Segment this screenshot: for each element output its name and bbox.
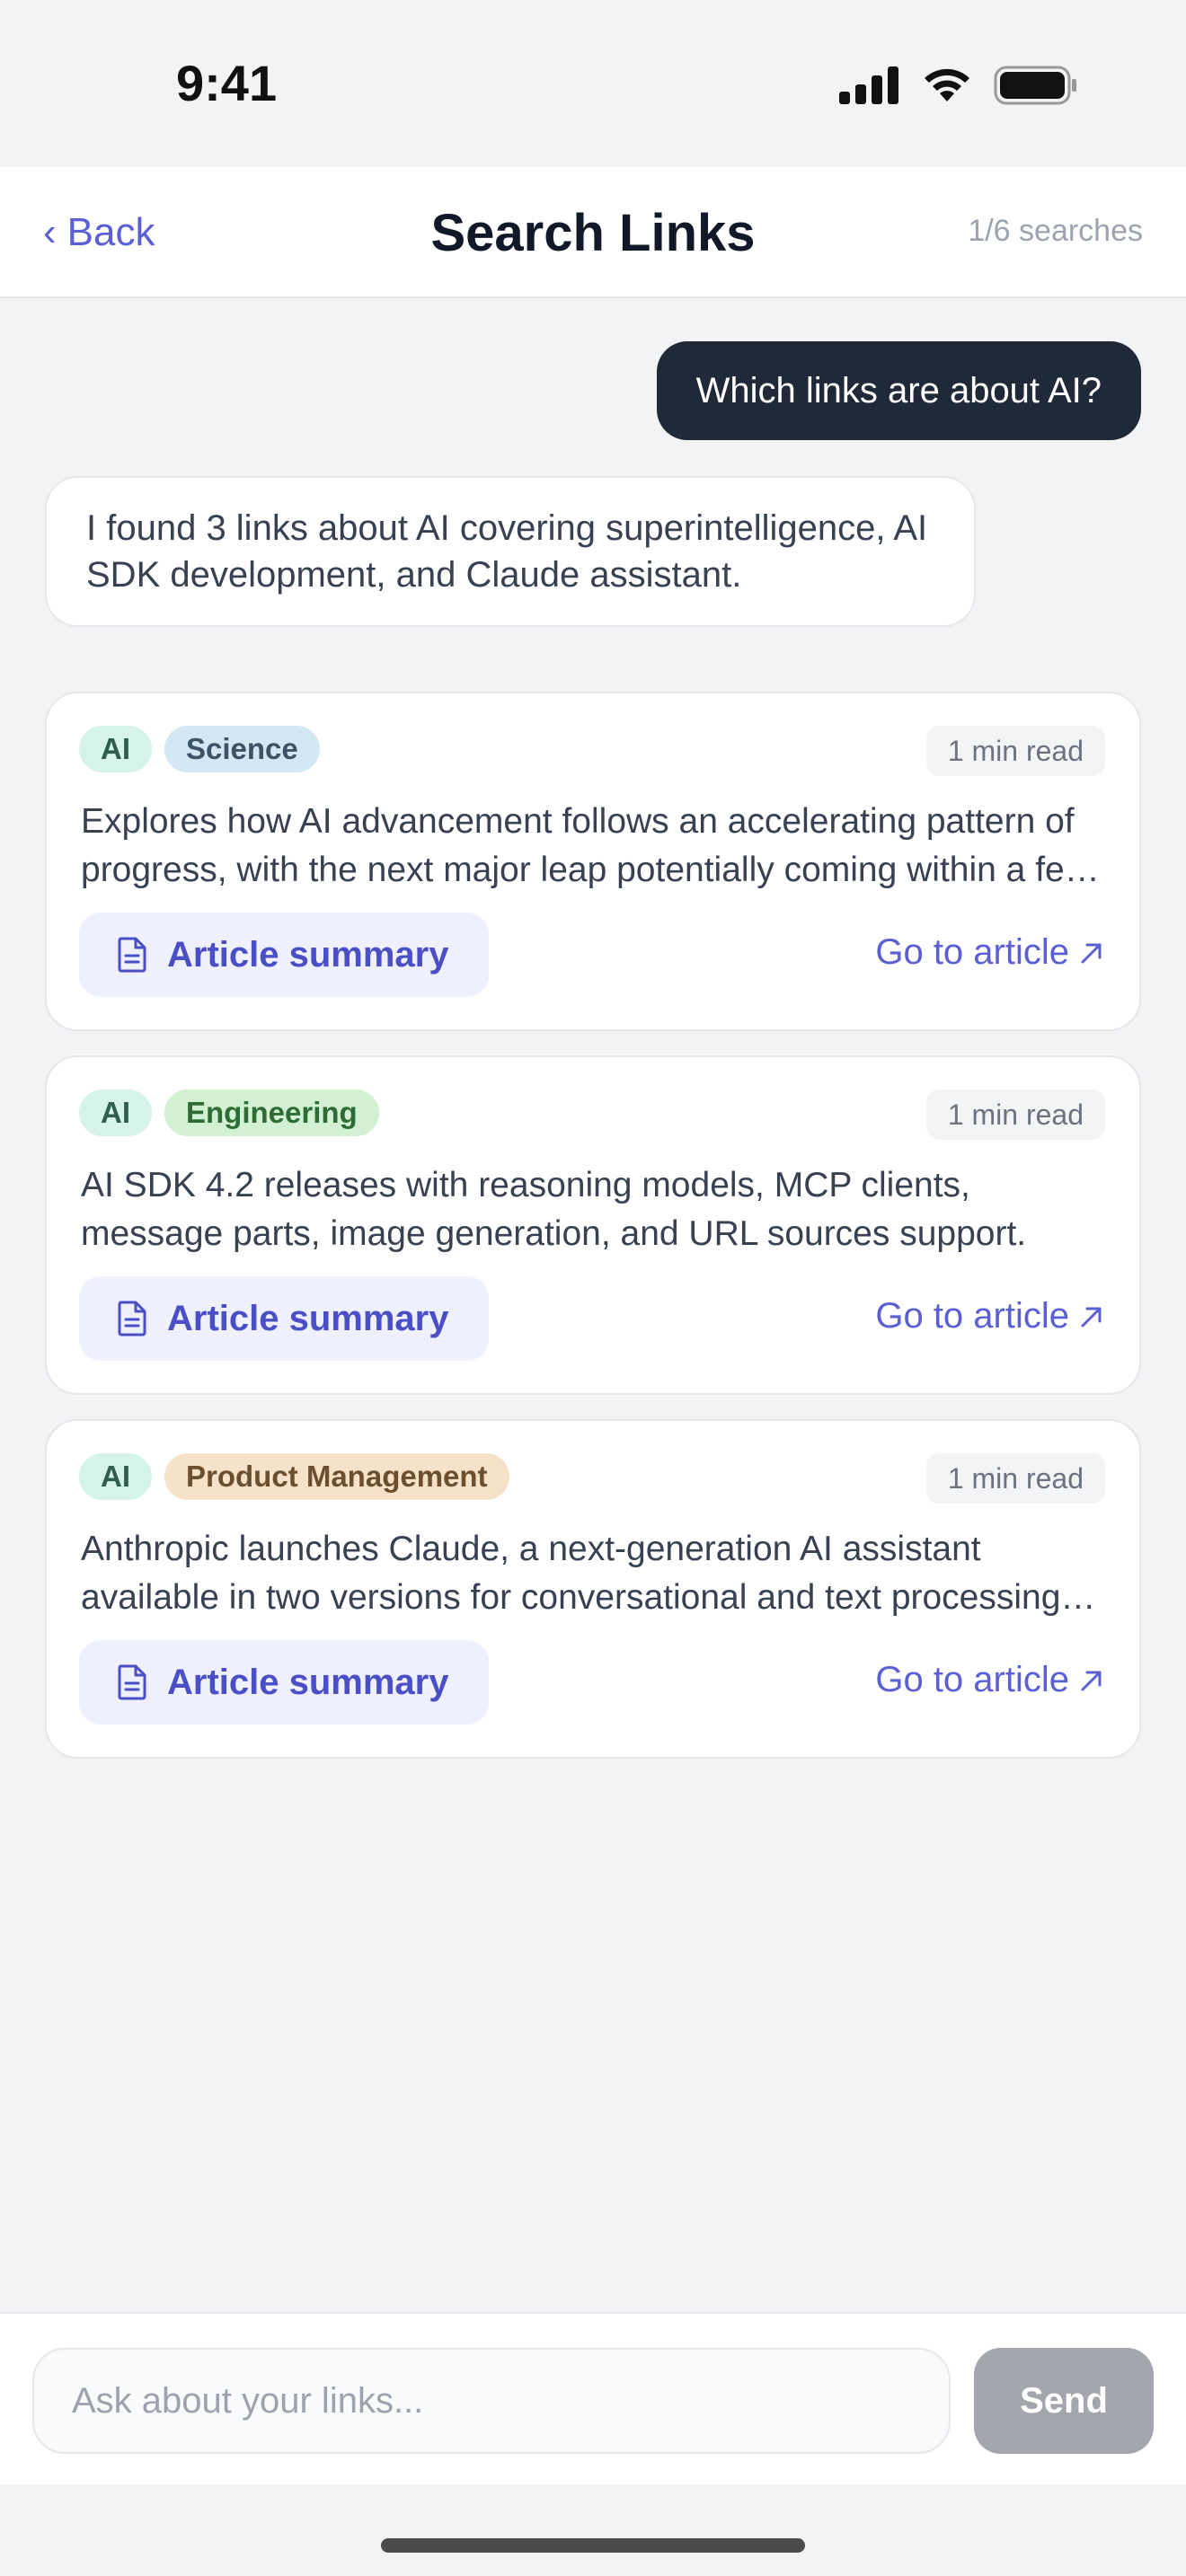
chat-input[interactable] bbox=[32, 2348, 951, 2454]
arrow-up-right-icon bbox=[1081, 1671, 1102, 1690]
user-message: Which links are about AI? bbox=[656, 341, 1141, 440]
link-card: AI Science 1 min read Explores how AI advan… bbox=[45, 692, 1141, 1031]
go-to-article-link[interactable]: Go to article bbox=[875, 1296, 1105, 1337]
card-description: AI SDK 4.2 releases with reasoning model… bbox=[81, 1166, 1027, 1253]
document-icon bbox=[118, 1301, 146, 1337]
tag-badge: Product Management bbox=[164, 1453, 509, 1500]
article-summary-label: Article summary bbox=[167, 1298, 449, 1338]
tag-badge: AI bbox=[79, 726, 152, 772]
document-icon bbox=[118, 1664, 146, 1700]
document-icon bbox=[118, 937, 146, 973]
go-to-article-link[interactable]: Go to article bbox=[875, 932, 1105, 973]
tag-list: AI Science bbox=[79, 726, 320, 772]
link-card: AI Engineering 1 min read AI SDK 4.2 releas… bbox=[45, 1055, 1141, 1395]
input-bar: Send bbox=[0, 2312, 1186, 2484]
go-to-article-label: Go to article bbox=[875, 1660, 1069, 1699]
wifi-icon bbox=[925, 68, 969, 101]
go-to-article-link[interactable]: Go to article bbox=[875, 1660, 1105, 1700]
arrow-up-right-icon bbox=[1081, 943, 1102, 963]
go-to-article-label: Go to article bbox=[875, 932, 1069, 972]
article-summary-button[interactable]: Article summary bbox=[79, 1640, 489, 1725]
read-time-badge: 1 min read bbox=[925, 1453, 1105, 1504]
read-time-badge: 1 min read bbox=[925, 1090, 1105, 1140]
article-summary-button[interactable]: Article summary bbox=[79, 1276, 489, 1361]
card-description: Explores how AI advancement follows an a… bbox=[81, 802, 1090, 889]
tag-list: AI Product Management bbox=[79, 1453, 509, 1500]
status-icons bbox=[839, 63, 1078, 108]
go-to-article-label: Go to article bbox=[875, 1296, 1069, 1336]
tag-badge: AI bbox=[79, 1090, 152, 1136]
article-summary-label: Article summary bbox=[167, 1662, 449, 1702]
read-time-badge: 1 min read bbox=[925, 726, 1105, 776]
tag-badge: Engineering bbox=[164, 1090, 379, 1136]
send-button[interactable]: Send bbox=[974, 2348, 1154, 2454]
arrow-up-right-icon bbox=[1081, 1307, 1102, 1327]
article-summary-label: Article summary bbox=[167, 934, 449, 975]
tag-badge: Science bbox=[164, 726, 320, 772]
tag-list: AI Engineering bbox=[79, 1090, 379, 1136]
signal-icon bbox=[839, 66, 898, 104]
link-card: AI Product Management 1 min read Anthropic … bbox=[45, 1419, 1141, 1759]
assistant-message: I found 3 links about AI covering superi… bbox=[45, 476, 976, 627]
nav-header: ‹ Back Search Links 1/6 searches bbox=[0, 167, 1186, 298]
tag-badge: AI bbox=[79, 1453, 152, 1500]
card-description: Anthropic launches Claude, a next-genera… bbox=[81, 1530, 1061, 1617]
article-summary-button[interactable]: Article summary bbox=[79, 913, 489, 997]
home-indicator bbox=[381, 2538, 805, 2553]
battery-icon bbox=[994, 66, 1076, 105]
status-time: 9:41 bbox=[176, 55, 278, 111]
status-bar: 9:41 bbox=[0, 0, 1186, 167]
search-count: 1/6 searches bbox=[968, 214, 1143, 248]
